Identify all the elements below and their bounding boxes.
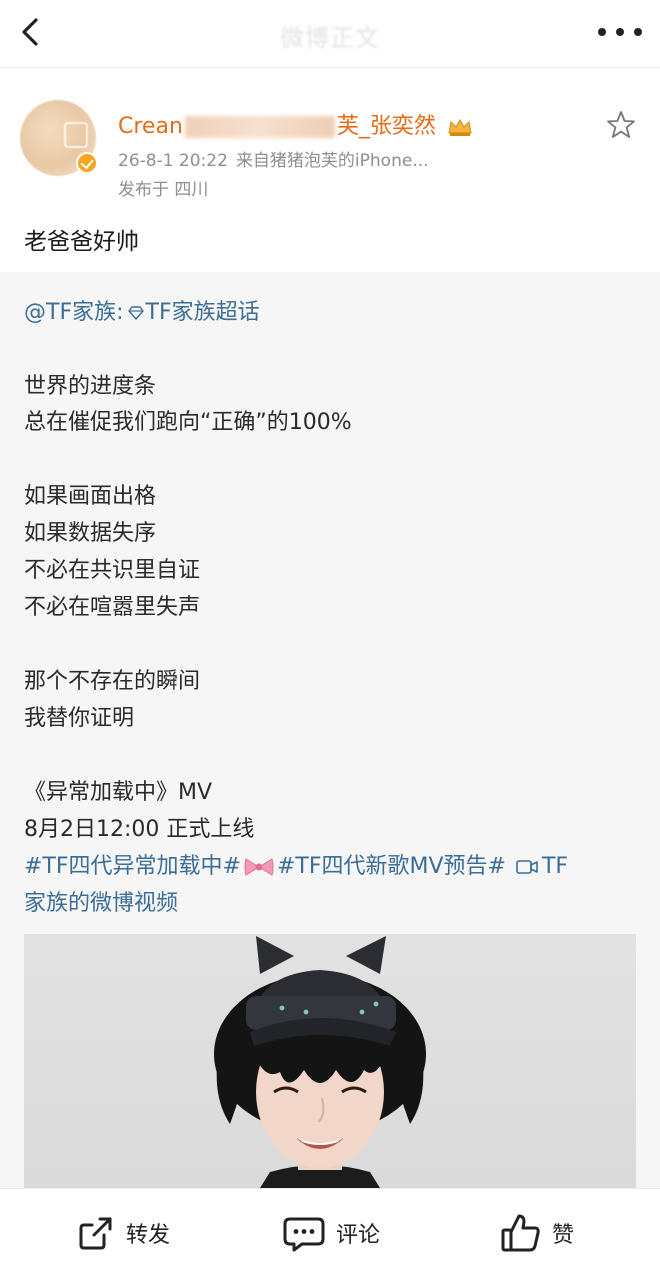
diamond-icon <box>127 306 144 320</box>
repost-line: 那个不存在的瞬间 <box>24 669 201 694</box>
hashtag-link[interactable]: #TF四代异常加载中# <box>24 854 241 879</box>
repost-line: 不必在喧嚣里失声 <box>24 595 201 620</box>
more-icon[interactable] <box>598 22 642 42</box>
comment-button[interactable]: 评论 <box>282 1209 380 1257</box>
crown-icon <box>448 118 472 136</box>
repost-button[interactable]: 转发 <box>76 1209 170 1257</box>
post-header: Crean 芙_张奕然 26-8-1 20:22 来自猪猪泡芙的iPhone... … <box>0 70 660 270</box>
person-photo <box>214 936 426 1188</box>
repost-source-line: @TF家族: TF家族超话 <box>24 294 260 326</box>
repost-line: 不必在共识里自证 <box>24 558 201 583</box>
share-icon <box>79 1217 112 1250</box>
post-location: 发布于 四川 <box>118 180 209 200</box>
username-blurred <box>184 116 335 138</box>
comment-label: 评论 <box>336 1223 381 1248</box>
like-button[interactable]: 赞 <box>500 1209 574 1257</box>
mention-link[interactable]: @TF家族: <box>24 300 124 325</box>
post-meta: 26-8-1 20:22 来自猪猪泡芙的iPhone... <box>118 146 429 171</box>
repost-line: 8月2日12:00 正式上线 <box>24 817 255 842</box>
page-title: 微博正文 <box>280 24 380 52</box>
top-nav-bar: 微博正文 <box>0 0 660 68</box>
bow-icon <box>244 858 274 876</box>
post-text: 老爸爸好帅 <box>24 229 139 255</box>
repost-line: 如果画面出格 <box>24 484 157 509</box>
hashtag-line: #TF四代异常加载中# #TF四代新歌MV预告# TF <box>24 848 568 880</box>
like-icon <box>501 1214 540 1252</box>
video-link-line: 家族的微博视频 <box>24 885 178 917</box>
repost-line: 《异常加载中》MV <box>24 780 213 805</box>
comment-icon <box>283 1217 325 1252</box>
hashtag-link[interactable]: #TF四代新歌MV预告# <box>277 854 506 879</box>
post-source[interactable]: 来自猪猪泡芙的iPhone... <box>236 151 429 171</box>
username-end: 芙_张奕然 <box>336 114 436 139</box>
star-icon[interactable] <box>606 110 636 140</box>
repost-line: 世界的进度条 <box>24 374 157 399</box>
video-link[interactable]: TF <box>542 854 568 879</box>
supertopic-link[interactable]: TF家族超话 <box>146 300 260 325</box>
bottom-action-bar: 转发 评论 赞 <box>0 1188 660 1280</box>
repost-line: 总在催促我们跑向“正确”的100% <box>24 410 352 435</box>
video-link[interactable]: 家族的微博视频 <box>24 891 178 916</box>
post-image[interactable] <box>24 934 636 1188</box>
username-start: Crean <box>118 114 183 139</box>
repost-line: 如果数据失序 <box>24 521 157 546</box>
username[interactable]: Crean 芙_张奕然 <box>118 108 473 140</box>
repost-label: 转发 <box>126 1223 171 1248</box>
like-label: 赞 <box>552 1223 575 1248</box>
verified-icon <box>76 152 98 174</box>
post-timestamp: 26-8-1 20:22 <box>118 151 228 171</box>
repost-line: 我替你证明 <box>24 706 135 731</box>
video-icon <box>516 860 538 874</box>
